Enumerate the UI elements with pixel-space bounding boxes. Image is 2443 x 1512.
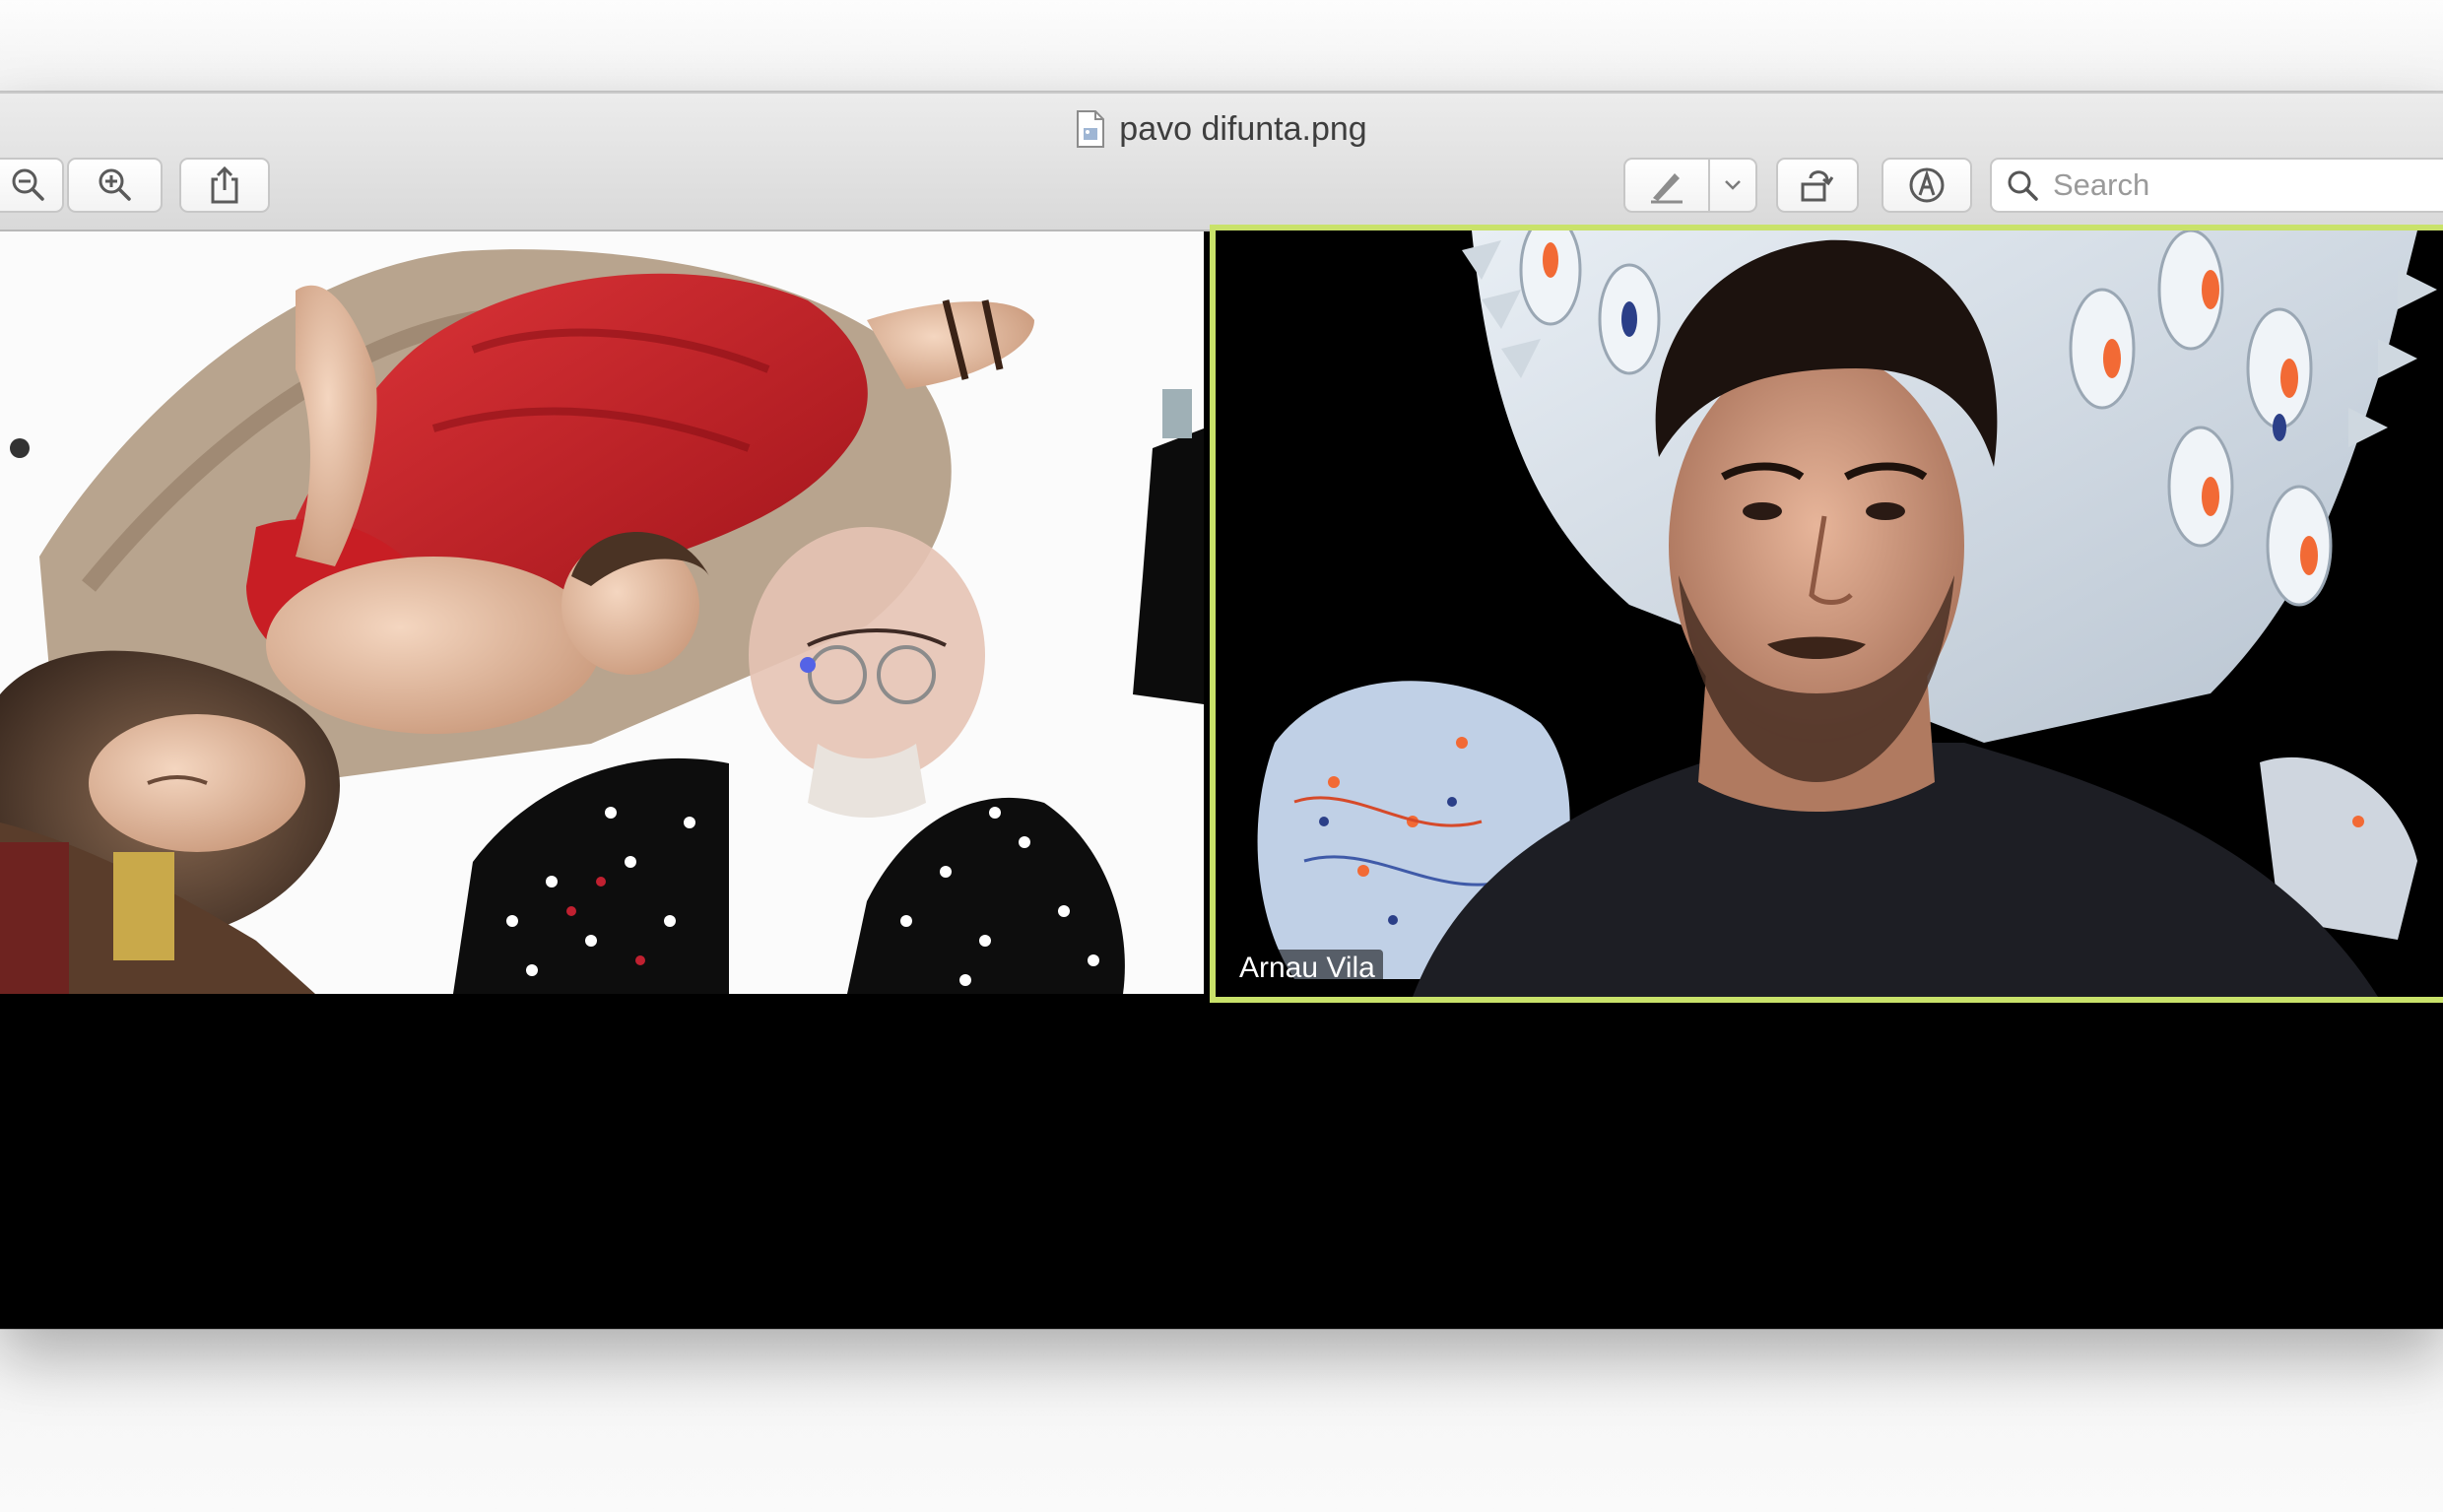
search-field[interactable]: [1990, 158, 2443, 213]
zoom-out-button[interactable]: [0, 158, 64, 213]
markup-circle-icon: [1909, 167, 1945, 203]
pen-markup-icon: [1651, 173, 1683, 204]
search-input[interactable]: [2053, 167, 2427, 203]
participant-video: [1216, 230, 2443, 997]
share-icon: [211, 165, 238, 204]
window-title: pavo difunta.png: [0, 103, 2443, 155]
zoom-in-button[interactable]: [67, 158, 163, 213]
sculpture-collage-image: [0, 231, 1204, 994]
rotate-icon: [1801, 170, 1834, 202]
markup-dropdown-button[interactable]: [1708, 158, 1757, 213]
annotate-button[interactable]: [1882, 158, 1972, 213]
chevron-down-icon: [1725, 180, 1741, 190]
zoom-in-icon: [99, 168, 131, 201]
left-video-tile: [0, 231, 1204, 994]
document-icon: [1077, 110, 1105, 148]
preview-window: pavo difunta.png Search Arnau Vila: [0, 92, 2443, 1329]
toolbar: pavo difunta.png: [0, 92, 2443, 231]
markup-pen-button[interactable]: [1623, 158, 1710, 213]
share-button[interactable]: [179, 158, 270, 213]
zoom-out-icon: [12, 168, 44, 201]
right-video-tile: Arnau Vila: [1210, 225, 2443, 1003]
window-title-text: pavo difunta.png: [1119, 109, 1367, 148]
participant-name-label: Arnau Vila: [1231, 950, 1383, 987]
search-icon: [2008, 170, 2038, 201]
rotate-button[interactable]: [1776, 158, 1859, 213]
